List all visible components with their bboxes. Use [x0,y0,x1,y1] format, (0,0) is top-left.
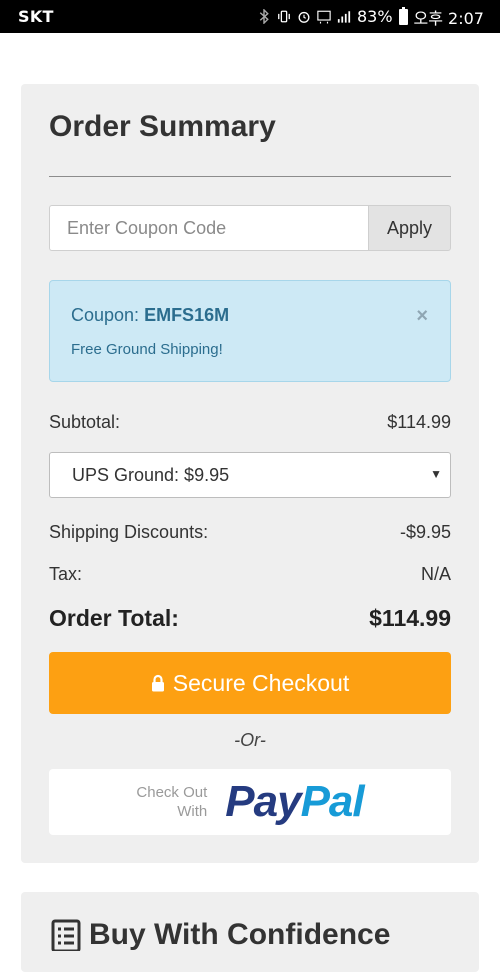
secure-checkout-label: Secure Checkout [172,669,350,696]
title-divider [49,176,451,177]
confidence-heading: Buy With Confidence [51,918,390,952]
status-bar: SKT 83% 오후 2:07 [0,0,500,33]
vibrate-icon [278,10,290,23]
coupon-form: Apply [49,205,451,251]
page-title: Order Summary [49,110,276,143]
buy-with-confidence-card: Buy With Confidence [21,892,479,972]
battery-icon [398,6,408,25]
apply-coupon-button[interactable]: Apply [368,205,451,251]
battery-percent: 83% [356,7,393,26]
carrier-name: SKT [18,7,54,26]
order-summary-card: Order Summary Apply Coupon: EMFS16M Free… [21,84,479,863]
order-total-value: $114.99 [369,605,451,631]
paypal-caption: Check Out With [136,783,207,821]
clock-time: 오후 2:07 [413,8,484,28]
paypal-caption-line1: Check Out [136,784,208,801]
coupon-prefix: Coupon: [71,305,145,325]
alarm-icon [298,11,310,23]
tax-label: Tax: [49,564,83,584]
order-total-label: Order Total: [49,605,179,631]
close-icon[interactable]: × [416,305,428,328]
coupon-message: Free Ground Shipping! [71,341,223,358]
coupon-code: EMFS16M [144,305,230,325]
shipping-method-select[interactable]: UPS Ground: $9.95 ▼ [49,452,451,498]
checklist-icon [51,919,81,951]
shipping-selected-value: UPS Ground: $9.95 [72,464,230,485]
shipping-discounts-label: Shipping Discounts: [49,522,209,542]
coupon-line: Coupon: EMFS16M [71,305,229,326]
shipping-discounts-value: -$9.95 [399,522,451,542]
signal-icon [337,11,351,23]
paypal-caption-line2: With [177,803,208,820]
secure-checkout-button[interactable]: Secure Checkout [49,652,451,714]
status-icons: 83% 오후 2:07 [257,5,484,29]
order-total-row: Order Total: $114.99 [49,605,451,632]
chevron-down-icon: ▼ [430,467,442,481]
subtotal-label: Subtotal: [49,412,121,432]
shipping-discounts-row: Shipping Discounts: -$9.95 [49,522,451,543]
coupon-applied-alert: Coupon: EMFS16M Free Ground Shipping! × [49,280,451,382]
confidence-title: Buy With Confidence [89,918,391,951]
coupon-code-input[interactable] [49,205,368,251]
tax-row: Tax: N/A [49,564,451,585]
lock-icon [151,674,164,692]
or-separator: -Or- [234,730,266,750]
subtotal-row: Subtotal: $114.99 [49,412,451,433]
network-icon [317,10,331,24]
paypal-logo-pal: Pal [300,777,365,826]
tax-value: N/A [420,564,451,584]
paypal-logo: PayPal [225,777,365,827]
bluetooth-icon [259,9,269,24]
paypal-checkout-button[interactable]: Check Out With PayPal [49,769,451,835]
paypal-logo-pay: Pay [225,777,301,826]
subtotal-value: $114.99 [387,412,451,432]
